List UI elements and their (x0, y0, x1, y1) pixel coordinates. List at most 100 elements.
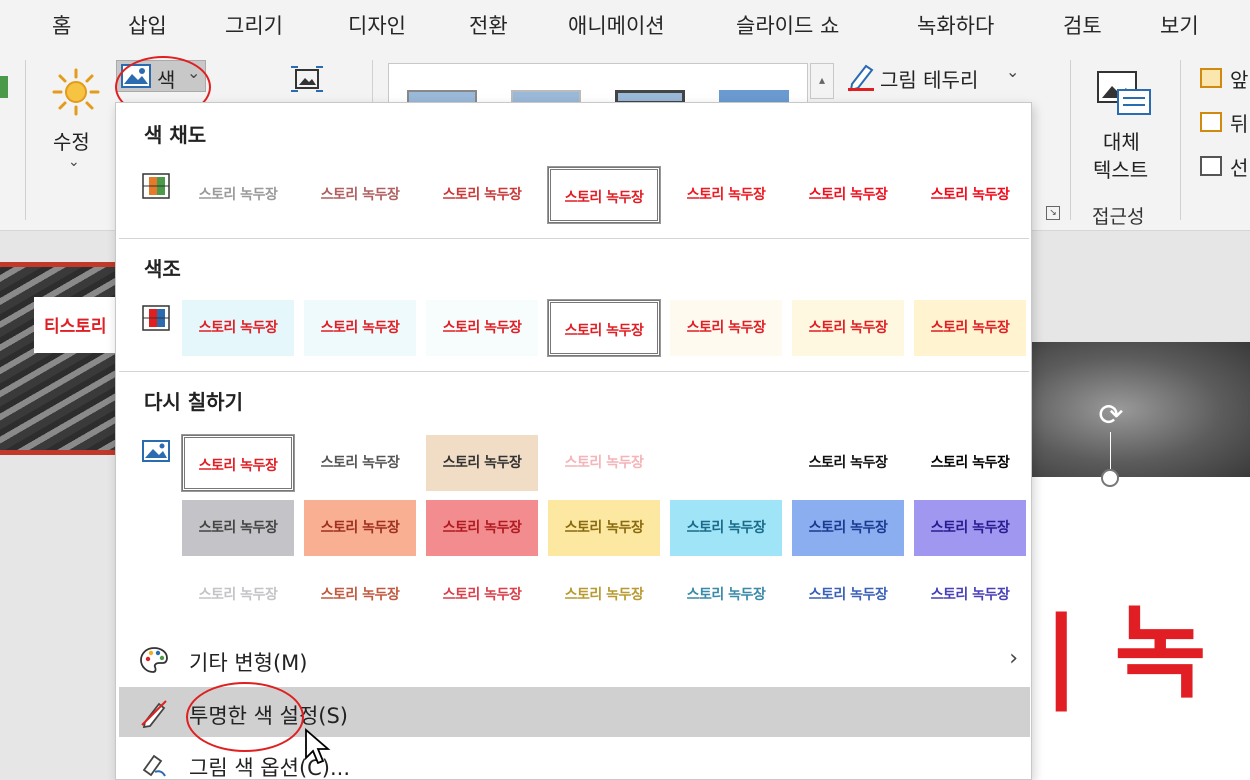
corrections-button[interactable]: 수정 ⌄ (44, 68, 108, 178)
tab-transitions[interactable]: 전환 (469, 10, 508, 40)
slide-thumbnail[interactable]: 티스토리 (0, 262, 125, 455)
send-backward-icon (1200, 112, 1222, 132)
color-swatch[interactable]: 스토리 녹두장 (670, 435, 782, 491)
mouse-cursor-icon (305, 728, 331, 765)
color-tone-title: 색조 (144, 257, 181, 281)
color-swatch[interactable]: 스토리 녹두장 (914, 500, 1026, 556)
rotate-handle-icon[interactable]: ⟳ (1093, 398, 1129, 434)
menu-bar: 홈 삽입 그리기 디자인 전환 애니메이션 슬라이드 쇼 녹화하다 검토 보기 (0, 0, 1250, 48)
pen-icon (848, 64, 874, 92)
tab-home[interactable]: 홈 (52, 10, 71, 40)
send-backward-button[interactable]: 뒤 (1198, 108, 1250, 138)
picture-border-label: 그림 테두리 (880, 68, 979, 92)
color-swatch[interactable]: 스토리 녹두장 (670, 500, 782, 556)
color-tone-icon (142, 305, 170, 331)
color-swatch[interactable]: 스토리 녹두장 (304, 300, 416, 356)
annotation-circle-transparent (186, 682, 304, 752)
paint-options-icon (142, 754, 166, 777)
color-swatch[interactable]: 스토리 녹두장 (792, 300, 904, 356)
ribbon-separator (25, 60, 26, 220)
tab-view[interactable]: 보기 (1160, 10, 1199, 40)
color-swatch[interactable]: 스토리 녹두장 (792, 435, 904, 491)
color-swatch[interactable]: 스토리 녹두장 (792, 167, 904, 223)
color-dropdown-menu: 색 채도 스토리 녹두장 스토리 녹두장 스토리 녹두장 스토리 녹두장 스토리 녹두장… (115, 102, 1032, 780)
send-backward-label: 뒤 (1230, 112, 1249, 136)
color-saturation-title: 색 채도 (144, 123, 207, 147)
color-swatch[interactable]: 스토리 녹두장 (304, 567, 416, 623)
color-swatch[interactable]: 스토리 녹두장 (304, 500, 416, 556)
color-swatch[interactable]: 스토리 녹두장 (914, 300, 1026, 356)
tab-slideshow[interactable]: 슬라이드 쇼 (736, 10, 839, 40)
tab-animations[interactable]: 애니메이션 (568, 10, 665, 40)
more-variations-label: 기타 변형(M) (189, 651, 308, 675)
selection-pane-icon (1200, 156, 1222, 176)
arrange-dialog-launcher-icon[interactable]: ↘ (1046, 206, 1060, 220)
remove-background-icon[interactable] (0, 76, 8, 98)
color-swatch[interactable]: 스토리 녹두장 (548, 567, 660, 623)
color-swatch[interactable]: 스토리 녹두장 (426, 435, 538, 491)
recolor-icon (142, 440, 170, 462)
sun-icon (52, 68, 100, 116)
color-swatch[interactable]: 스토리 녹두장 (182, 500, 294, 556)
ribbon-separator (1070, 60, 1071, 220)
section-divider (119, 371, 1029, 372)
selection-pane-label: 선 (1230, 156, 1249, 180)
color-swatch[interactable]: 스토리 녹두장 (670, 300, 782, 356)
color-swatch[interactable]: 스토리 녹두장 (792, 500, 904, 556)
color-swatch[interactable]: 스토리 녹두장 (547, 166, 661, 224)
color-swatch[interactable]: 스토리 녹두장 (304, 167, 416, 223)
color-swatch[interactable]: 스토리 녹두장 (670, 567, 782, 623)
bring-forward-icon (1200, 68, 1222, 88)
tab-draw[interactable]: 그리기 (225, 10, 283, 40)
color-swatch[interactable]: 스토리 녹두장 (426, 300, 538, 356)
color-swatch[interactable]: 스토리 녹두장 (914, 167, 1026, 223)
rotate-handle-line (1110, 432, 1111, 472)
gallery-scroll-up[interactable]: ▴ (810, 63, 834, 99)
color-swatch[interactable]: 스토리 녹두장 (547, 299, 661, 357)
tab-insert[interactable]: 삽입 (128, 10, 167, 40)
ribbon-separator (1180, 60, 1181, 220)
color-swatch[interactable]: 스토리 녹두장 (182, 167, 294, 223)
palette-icon (140, 647, 168, 673)
thumbnail-title: 티스토리 (34, 297, 125, 353)
color-swatch[interactable]: 스토리 녹두장 (426, 567, 538, 623)
alt-text-label-2: 텍스트 (1093, 158, 1149, 182)
tab-record[interactable]: 녹화하다 (917, 10, 994, 40)
color-swatch[interactable]: 스토리 녹두장 (182, 300, 294, 356)
compress-pictures-icon[interactable] (290, 64, 324, 94)
slide-canvas[interactable]: | 녹 (1031, 342, 1250, 780)
saturation-icon (142, 173, 170, 199)
selection-pane-button[interactable]: 선 (1198, 152, 1250, 182)
tab-review[interactable]: 검토 (1063, 10, 1102, 40)
bring-forward-button[interactable]: 앞 (1198, 64, 1250, 94)
color-swatch[interactable]: 스토리 녹두장 (304, 435, 416, 491)
color-swatch[interactable]: 스토리 녹두장 (181, 434, 295, 492)
alt-text-button[interactable]: 대체 텍스트 (1090, 68, 1160, 188)
chevron-down-icon: ⌄ (1006, 62, 1020, 81)
transparent-color-pen-icon (141, 700, 167, 728)
color-swatch[interactable]: 스토리 녹두장 (914, 435, 1026, 491)
chevron-right-icon: › (1009, 646, 1018, 671)
slide-photo[interactable] (1031, 342, 1250, 477)
slide-title-text[interactable]: | 녹 (1043, 572, 1206, 717)
corrections-label: 수정 (53, 130, 90, 154)
accessibility-group-label: 접근성 (1092, 206, 1145, 228)
alt-text-icon (1097, 71, 1151, 115)
color-swatch[interactable]: 스토리 녹두장 (914, 567, 1026, 623)
recolor-title: 다시 칠하기 (144, 390, 243, 414)
picture-border-button[interactable]: 그림 테두리 ⌄ (846, 62, 1026, 94)
color-swatch[interactable]: 스토리 녹두장 (548, 435, 660, 491)
resize-handle[interactable] (1101, 469, 1119, 487)
color-swatch[interactable]: 스토리 녹두장 (548, 500, 660, 556)
alt-text-label-1: 대체 (1103, 130, 1140, 154)
bring-forward-label: 앞 (1230, 68, 1249, 92)
more-variations-item[interactable]: 기타 변형(M) › (119, 634, 1030, 684)
color-swatch[interactable]: 스토리 녹두장 (426, 167, 538, 223)
color-swatch[interactable]: 스토리 녹두장 (670, 167, 782, 223)
picture-styles-gallery[interactable] (388, 63, 808, 104)
color-swatch[interactable]: 스토리 녹두장 (182, 567, 294, 623)
thumbnail-image (0, 267, 125, 450)
tab-design[interactable]: 디자인 (348, 10, 406, 40)
color-swatch[interactable]: 스토리 녹두장 (792, 567, 904, 623)
color-swatch[interactable]: 스토리 녹두장 (426, 500, 538, 556)
